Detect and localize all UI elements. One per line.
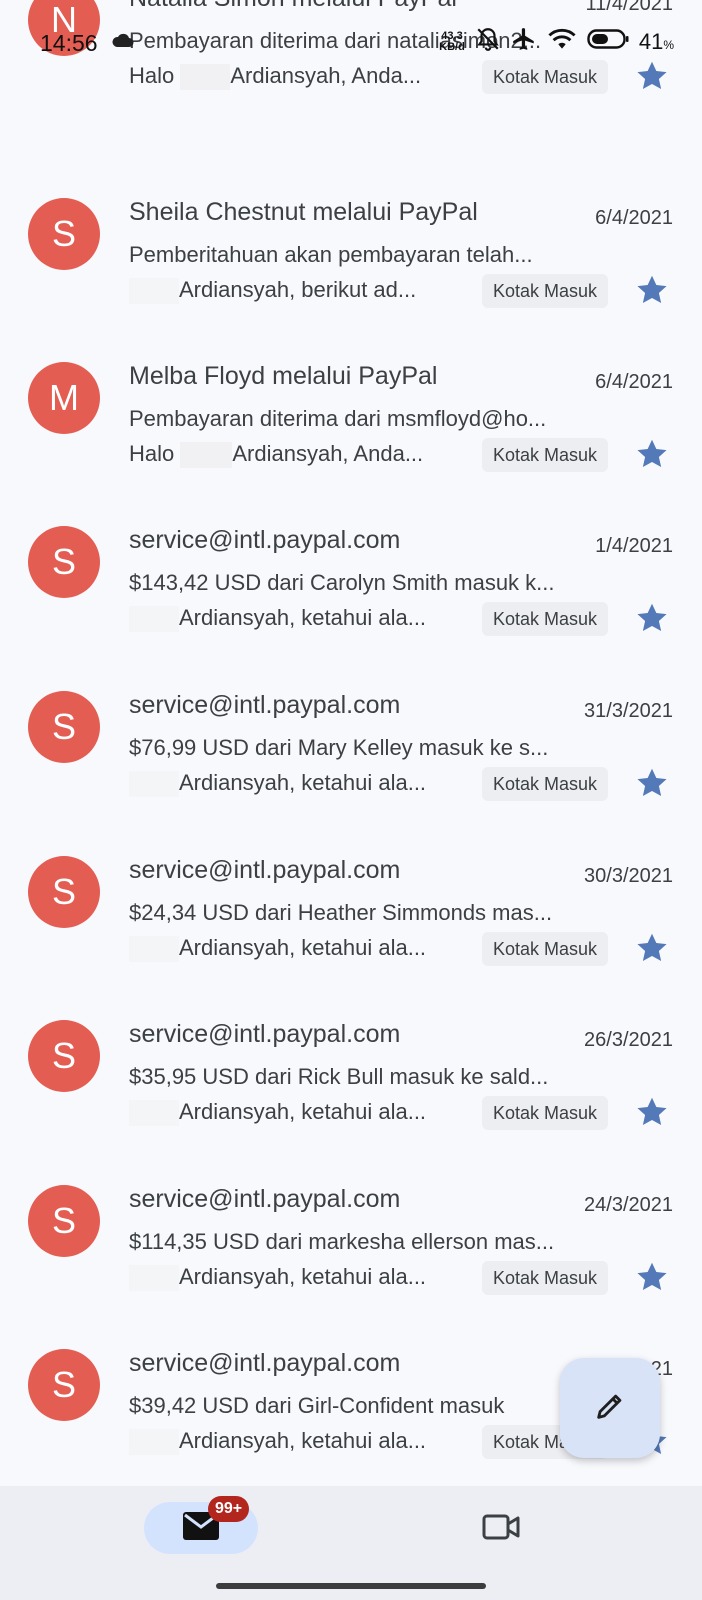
airplane-icon [511, 26, 537, 57]
star-icon[interactable] [634, 930, 670, 966]
redacted-name [129, 1265, 179, 1292]
email-row[interactable]: M Melba Floyd melalui PayPal 6/4/2021 Pemba… [0, 314, 702, 482]
snippet-text: Ardiansyah, Anda... [232, 441, 424, 466]
snippet-text: Ardiansyah, ketahui ala... [179, 935, 427, 960]
sender-name: service@intl.paypal.com [129, 1020, 401, 1048]
email-subject: Pembayaran diterima dari msmfloyd@ho... [129, 406, 547, 431]
sender-name: service@intl.paypal.com [129, 691, 401, 719]
redacted-name [129, 1429, 179, 1456]
sender-avatar[interactable]: S [28, 856, 100, 928]
email-row[interactable]: S Sheila Chestnut melalui PayPal 6/4/2021 P… [0, 150, 702, 318]
email-subject: $76,99 USD dari Mary Kelley masuk ke s..… [129, 735, 549, 760]
email-row[interactable]: Sservice@intl.paypal.com 26/3/2021 $35,95 … [0, 972, 702, 1140]
email-snippet: Ardiansyah, ketahui ala... [129, 770, 469, 798]
star-icon[interactable] [634, 1259, 670, 1295]
sender-name: service@intl.paypal.com [129, 526, 401, 554]
email-date: 31/3/2021 [584, 700, 673, 722]
snippet-text: Ardiansyah, berikut ad... [179, 277, 417, 302]
email-snippet: Ardiansyah, ketahui ala... [129, 935, 469, 963]
label-chip-inbox: Kotak Masuk [482, 1096, 609, 1130]
redacted-name [129, 606, 179, 633]
label-chip-inbox: Kotak Masuk [482, 274, 609, 308]
email-subject: $35,95 USD dari Rick Bull masuk ke sald.… [129, 1064, 549, 1089]
star-icon[interactable] [634, 1094, 670, 1130]
label-chip-inbox: Kotak Masuk [482, 1261, 609, 1295]
sender-name: service@intl.paypal.com [129, 856, 401, 884]
redacted-name [180, 442, 233, 469]
email-snippet: Halo Ardiansyah, Anda... [129, 441, 469, 469]
sender-avatar[interactable]: M [28, 362, 100, 434]
snippet-text: Ardiansyah, ketahui ala... [179, 770, 427, 795]
status-time: 14:56 [40, 30, 98, 56]
email-row[interactable]: Sservice@intl.paypal.com 31/3/2021 $76,99 … [0, 643, 702, 811]
email-row[interactable]: Sservice@intl.paypal.com 1/4/2021 $143,42 … [0, 478, 702, 646]
sender-name: service@intl.paypal.com [129, 1185, 401, 1213]
snippet-text: Ardiansyah, ketahui ala... [179, 1264, 427, 1289]
sender-avatar[interactable]: S [28, 1185, 100, 1257]
email-date: 6/4/2021 [595, 371, 673, 393]
star-icon[interactable] [634, 436, 670, 472]
email-row[interactable]: Sservice@intl.paypal.com 24/3/2021 $114,35… [0, 1137, 702, 1305]
home-indicator[interactable] [216, 1583, 486, 1589]
redacted-name [129, 771, 179, 798]
email-date: 30/3/2021 [584, 865, 673, 887]
star-icon[interactable] [634, 600, 670, 636]
snippet-text: Ardiansyah, ketahui ala... [179, 1428, 427, 1453]
email-subject: $24,34 USD dari Heather Simmonds mas... [129, 900, 553, 925]
redacted-name [129, 936, 179, 963]
status-bar: 14:56 43,3 KB/d 41% [0, 0, 702, 78]
snippet-greeting: Halo [129, 441, 181, 466]
label-chip-inbox: Kotak Masuk [482, 932, 609, 966]
email-subject: Pemberitahuan akan pembayaran telah... [129, 242, 533, 267]
email-subject: $114,35 USD dari markesha ellerson mas..… [129, 1229, 555, 1254]
email-date: 24/3/2021 [584, 1194, 673, 1216]
redacted-name [129, 1100, 179, 1127]
nav-meet-tab[interactable] [482, 1512, 522, 1547]
email-snippet: Ardiansyah, berikut ad... [129, 277, 469, 305]
video-camera-icon [482, 1514, 522, 1546]
snippet-text: Ardiansyah, ketahui ala... [179, 605, 427, 630]
star-icon[interactable] [634, 765, 670, 801]
star-icon[interactable] [634, 272, 670, 308]
email-snippet: Ardiansyah, ketahui ala... [129, 1428, 469, 1456]
label-chip-inbox: Kotak Masuk [482, 438, 609, 472]
email-subject: $143,42 USD dari Carolyn Smith masuk k..… [129, 570, 555, 595]
email-snippet: Ardiansyah, ketahui ala... [129, 1264, 469, 1292]
sender-avatar[interactable]: S [28, 1349, 100, 1421]
sender-name: Sheila Chestnut melalui PayPal [129, 198, 478, 226]
sender-avatar[interactable]: S [28, 1020, 100, 1092]
network-speed: 43,3 KB/d [439, 29, 465, 53]
wifi-icon [547, 27, 577, 56]
sender-avatar[interactable]: S [28, 526, 100, 598]
compose-button[interactable] [560, 1358, 660, 1458]
unread-badge: 99+ [208, 1496, 250, 1522]
battery-icon [587, 28, 629, 55]
email-date: 26/3/2021 [584, 1029, 673, 1051]
email-date: 6/4/2021 [595, 207, 673, 229]
pencil-icon [593, 1389, 627, 1428]
redacted-name [129, 278, 179, 305]
snippet-text: Ardiansyah, ketahui ala... [179, 1099, 427, 1124]
label-chip-inbox: Kotak Masuk [482, 767, 609, 801]
cloud-icon [112, 32, 134, 53]
bell-off-icon [475, 26, 501, 57]
email-date: 1/4/2021 [595, 535, 673, 557]
label-chip-inbox: Kotak Masuk [482, 602, 609, 636]
battery-percent: 41% [638, 28, 674, 54]
email-snippet: Ardiansyah, ketahui ala... [129, 605, 469, 633]
sender-avatar[interactable]: S [28, 198, 100, 270]
sender-name: service@intl.paypal.com [129, 1349, 401, 1377]
email-snippet: Ardiansyah, ketahui ala... [129, 1099, 469, 1127]
email-subject: $39,42 USD dari Girl-Confident masuk [129, 1393, 505, 1418]
sender-name: Melba Floyd melalui PayPal [129, 362, 438, 390]
email-row[interactable]: Sservice@intl.paypal.com 30/3/2021 $24,34 … [0, 808, 702, 976]
sender-avatar[interactable]: S [28, 691, 100, 763]
